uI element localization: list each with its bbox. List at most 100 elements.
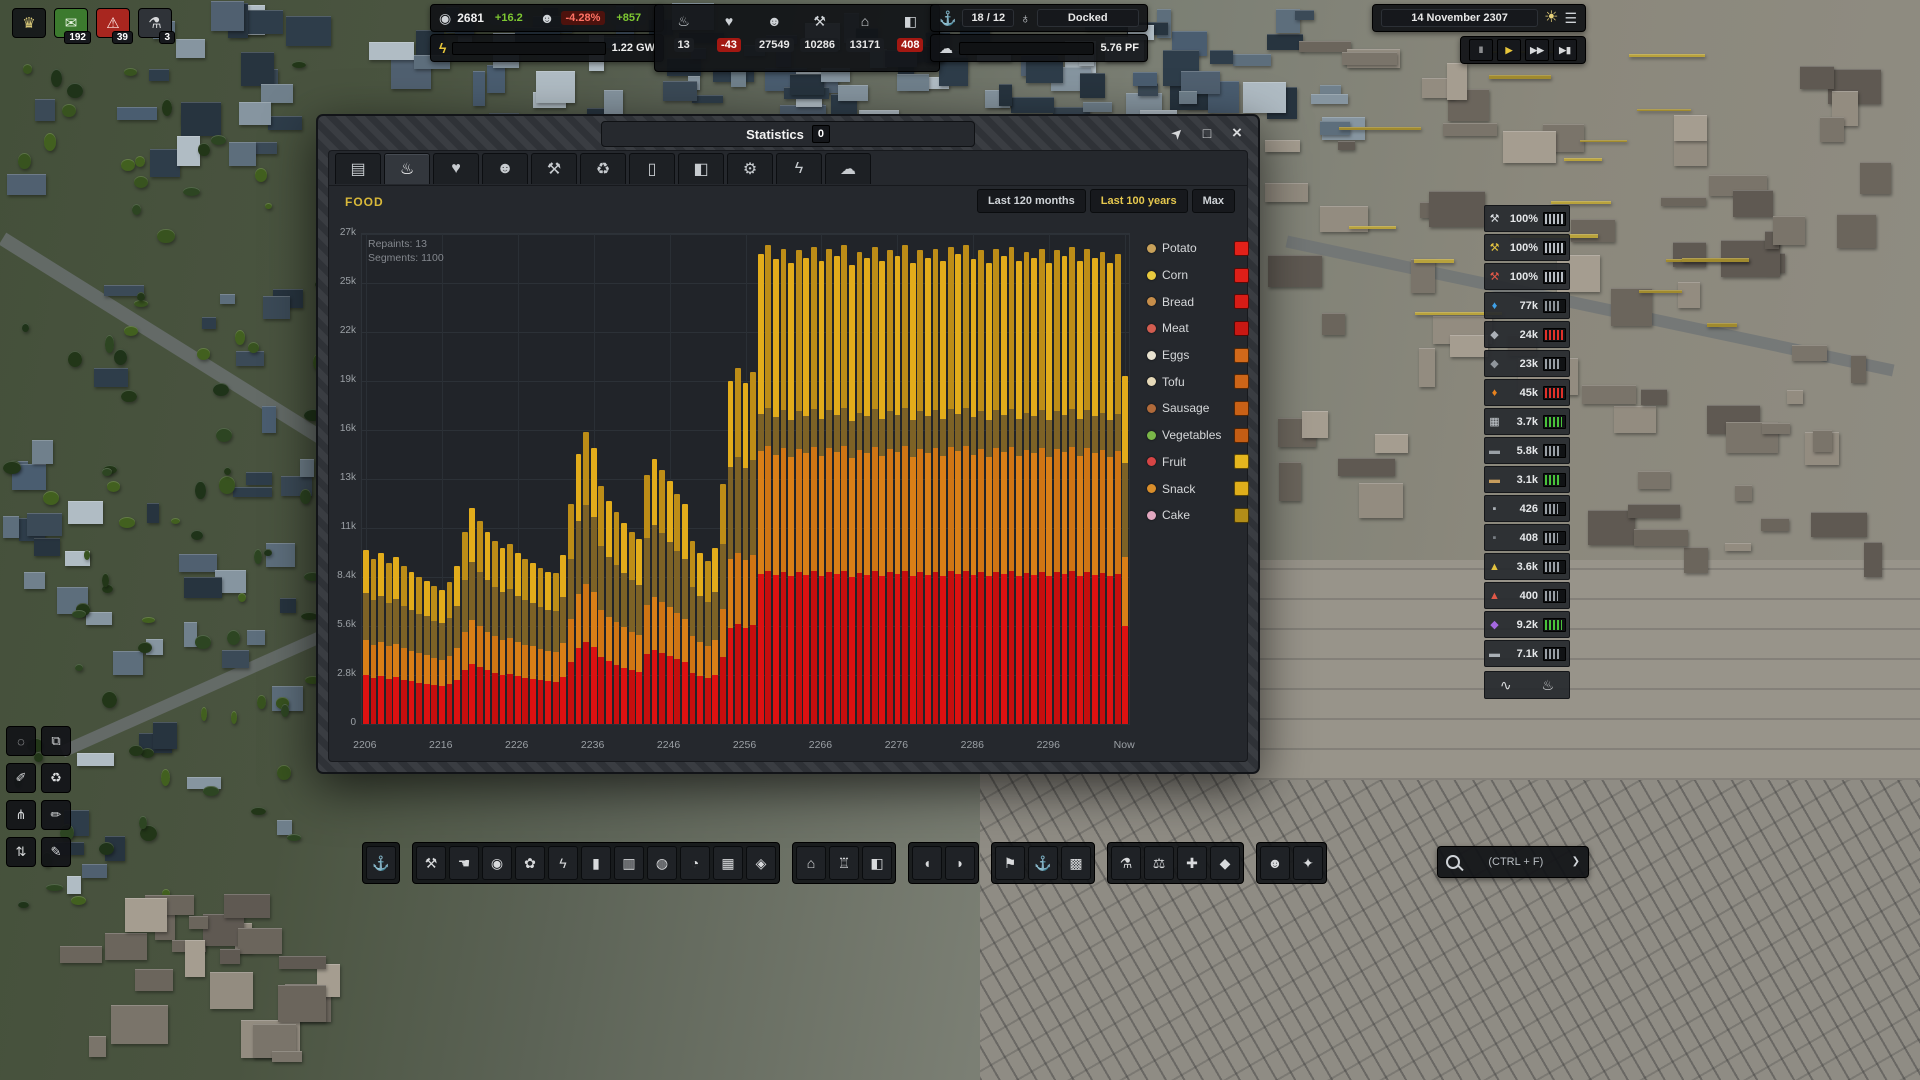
chart-bar[interactable]: [743, 383, 749, 724]
chart-bar[interactable]: [568, 504, 574, 724]
chart-bar[interactable]: [583, 432, 589, 724]
chart-bar[interactable]: [500, 548, 506, 724]
chevron-right-icon[interactable]: ❯: [1572, 857, 1580, 867]
legend-item[interactable]: Sausage: [1147, 395, 1249, 422]
chart-bar[interactable]: [507, 544, 513, 724]
chart-bar[interactable]: [834, 256, 840, 724]
toolbar-decals[interactable]: ◈: [746, 846, 776, 880]
chart-bar[interactable]: [963, 245, 969, 724]
chart-bar[interactable]: [712, 548, 718, 724]
trophy-icon[interactable]: ♛: [12, 8, 46, 38]
toolbar-routes[interactable]: ⚑: [995, 846, 1025, 880]
chart-bar[interactable]: [447, 582, 453, 724]
resource-row-coal[interactable]: ◆24k: [1484, 321, 1570, 348]
chart-bar[interactable]: [538, 568, 544, 724]
chart-bar[interactable]: [674, 494, 680, 725]
chart-bar[interactable]: [545, 572, 551, 724]
chart-bar[interactable]: [758, 254, 764, 724]
chart-bar[interactable]: [386, 563, 392, 725]
chart-bar[interactable]: [1100, 252, 1106, 724]
toolbar-trains[interactable]: ♖: [829, 846, 859, 880]
toolbar-storage[interactable]: ▥: [614, 846, 644, 880]
chart-bar[interactable]: [1009, 247, 1015, 724]
chart-bar[interactable]: [485, 532, 491, 724]
resource-row-concrete[interactable]: ▦3.7k: [1484, 408, 1570, 435]
range-button[interactable]: Last 120 months: [977, 189, 1086, 213]
chart-bar[interactable]: [1092, 258, 1098, 724]
elevation-tool[interactable]: ⇅: [6, 837, 36, 867]
maximize-icon[interactable]: □: [1196, 122, 1218, 144]
chart-bar[interactable]: [728, 381, 734, 724]
legend-item[interactable]: Eggs: [1147, 342, 1249, 369]
chart-bar[interactable]: [750, 372, 756, 724]
chart-bar[interactable]: [720, 484, 726, 724]
tab-health[interactable]: ♥: [433, 153, 479, 184]
tab-pipes[interactable]: ▯: [629, 153, 675, 184]
recycle-tool[interactable]: ♻: [41, 763, 71, 793]
legend-item[interactable]: Fruit: [1147, 449, 1249, 476]
chart-bar[interactable]: [925, 258, 931, 724]
chart-bar[interactable]: [439, 590, 445, 724]
toolbar-power[interactable]: ϟ: [548, 846, 578, 880]
chart-bar[interactable]: [811, 247, 817, 724]
toolbar-waste[interactable]: ◍: [647, 846, 677, 880]
play-button[interactable]: ▶: [1497, 39, 1521, 61]
chart-bar[interactable]: [378, 553, 384, 724]
chart-bar[interactable]: [576, 454, 582, 724]
chart-bar[interactable]: [993, 249, 999, 725]
toolbar-water[interactable]: ◉: [482, 846, 512, 880]
chart-bar[interactable]: [614, 512, 620, 724]
toolbar-education[interactable]: ◆: [1210, 846, 1240, 880]
range-button[interactable]: Max: [1192, 189, 1235, 213]
chart-bar[interactable]: [1016, 261, 1022, 724]
stats-shortcut-icon[interactable]: ∿: [1500, 677, 1512, 694]
chart-bar[interactable]: [621, 523, 627, 724]
toolbar-depots[interactable]: ◗: [945, 846, 975, 880]
paint-tool[interactable]: ✏: [41, 800, 71, 830]
toolbar-housing[interactable]: ⌂: [796, 846, 826, 880]
search-bar[interactable]: (CTRL + F) ❯: [1437, 846, 1589, 878]
chart-bar[interactable]: [895, 256, 901, 724]
chart-bar[interactable]: [978, 250, 984, 724]
chart-bar[interactable]: [515, 553, 521, 724]
pick-tool[interactable]: ✐: [6, 763, 36, 793]
pin-icon[interactable]: ➤: [1161, 117, 1192, 148]
toolbar-ships[interactable]: ⚓: [1028, 846, 1058, 880]
legend-item[interactable]: Bread: [1147, 288, 1249, 315]
copy-tool[interactable]: ⧉: [41, 726, 71, 756]
tab-production[interactable]: ▤: [335, 153, 381, 184]
chart-bar[interactable]: [1107, 263, 1113, 724]
toolbar-farming[interactable]: ✿: [515, 846, 545, 880]
tab-recycling[interactable]: ♻: [580, 153, 626, 184]
pause-button[interactable]: ‖: [1469, 39, 1493, 61]
resource-row-rockets[interactable]: ▲400: [1484, 582, 1570, 609]
chart-bar[interactable]: [652, 459, 658, 724]
tab-workers[interactable]: ⚒: [531, 153, 577, 184]
tab-food[interactable]: ♨: [384, 153, 430, 184]
toolbar-cargo[interactable]: ▩: [1061, 846, 1091, 880]
chart-bar[interactable]: [841, 245, 847, 724]
resource-row-rock[interactable]: ◆23k: [1484, 350, 1570, 377]
resource-row-maintenance-1[interactable]: ⚒100%: [1484, 205, 1570, 232]
legend-item[interactable]: Cake: [1147, 502, 1249, 529]
chart-bar[interactable]: [1069, 247, 1075, 724]
select-tool[interactable]: ◌: [6, 726, 36, 756]
chart-bar[interactable]: [682, 504, 688, 724]
chart-bar[interactable]: [773, 259, 779, 724]
chart-bar[interactable]: [530, 563, 536, 725]
chart-bar[interactable]: [606, 501, 612, 724]
toolbar-foundations[interactable]: ▦: [713, 846, 743, 880]
chart-bar[interactable]: [910, 263, 916, 724]
toolbar-mining[interactable]: ⚒: [416, 846, 446, 880]
chart-bar[interactable]: [1122, 376, 1128, 724]
chart-bar[interactable]: [781, 249, 787, 725]
edit-tool[interactable]: ✎: [41, 837, 71, 867]
chart-bar[interactable]: [1001, 256, 1007, 724]
chart-bar[interactable]: [955, 254, 961, 724]
chart-bar[interactable]: [986, 263, 992, 724]
chart-bar[interactable]: [819, 261, 825, 724]
window-titlebar[interactable]: Statistics 0: [601, 121, 975, 147]
chart-bar[interactable]: [469, 508, 475, 724]
chart-bar[interactable]: [522, 559, 528, 724]
range-button[interactable]: Last 100 years: [1090, 189, 1188, 213]
